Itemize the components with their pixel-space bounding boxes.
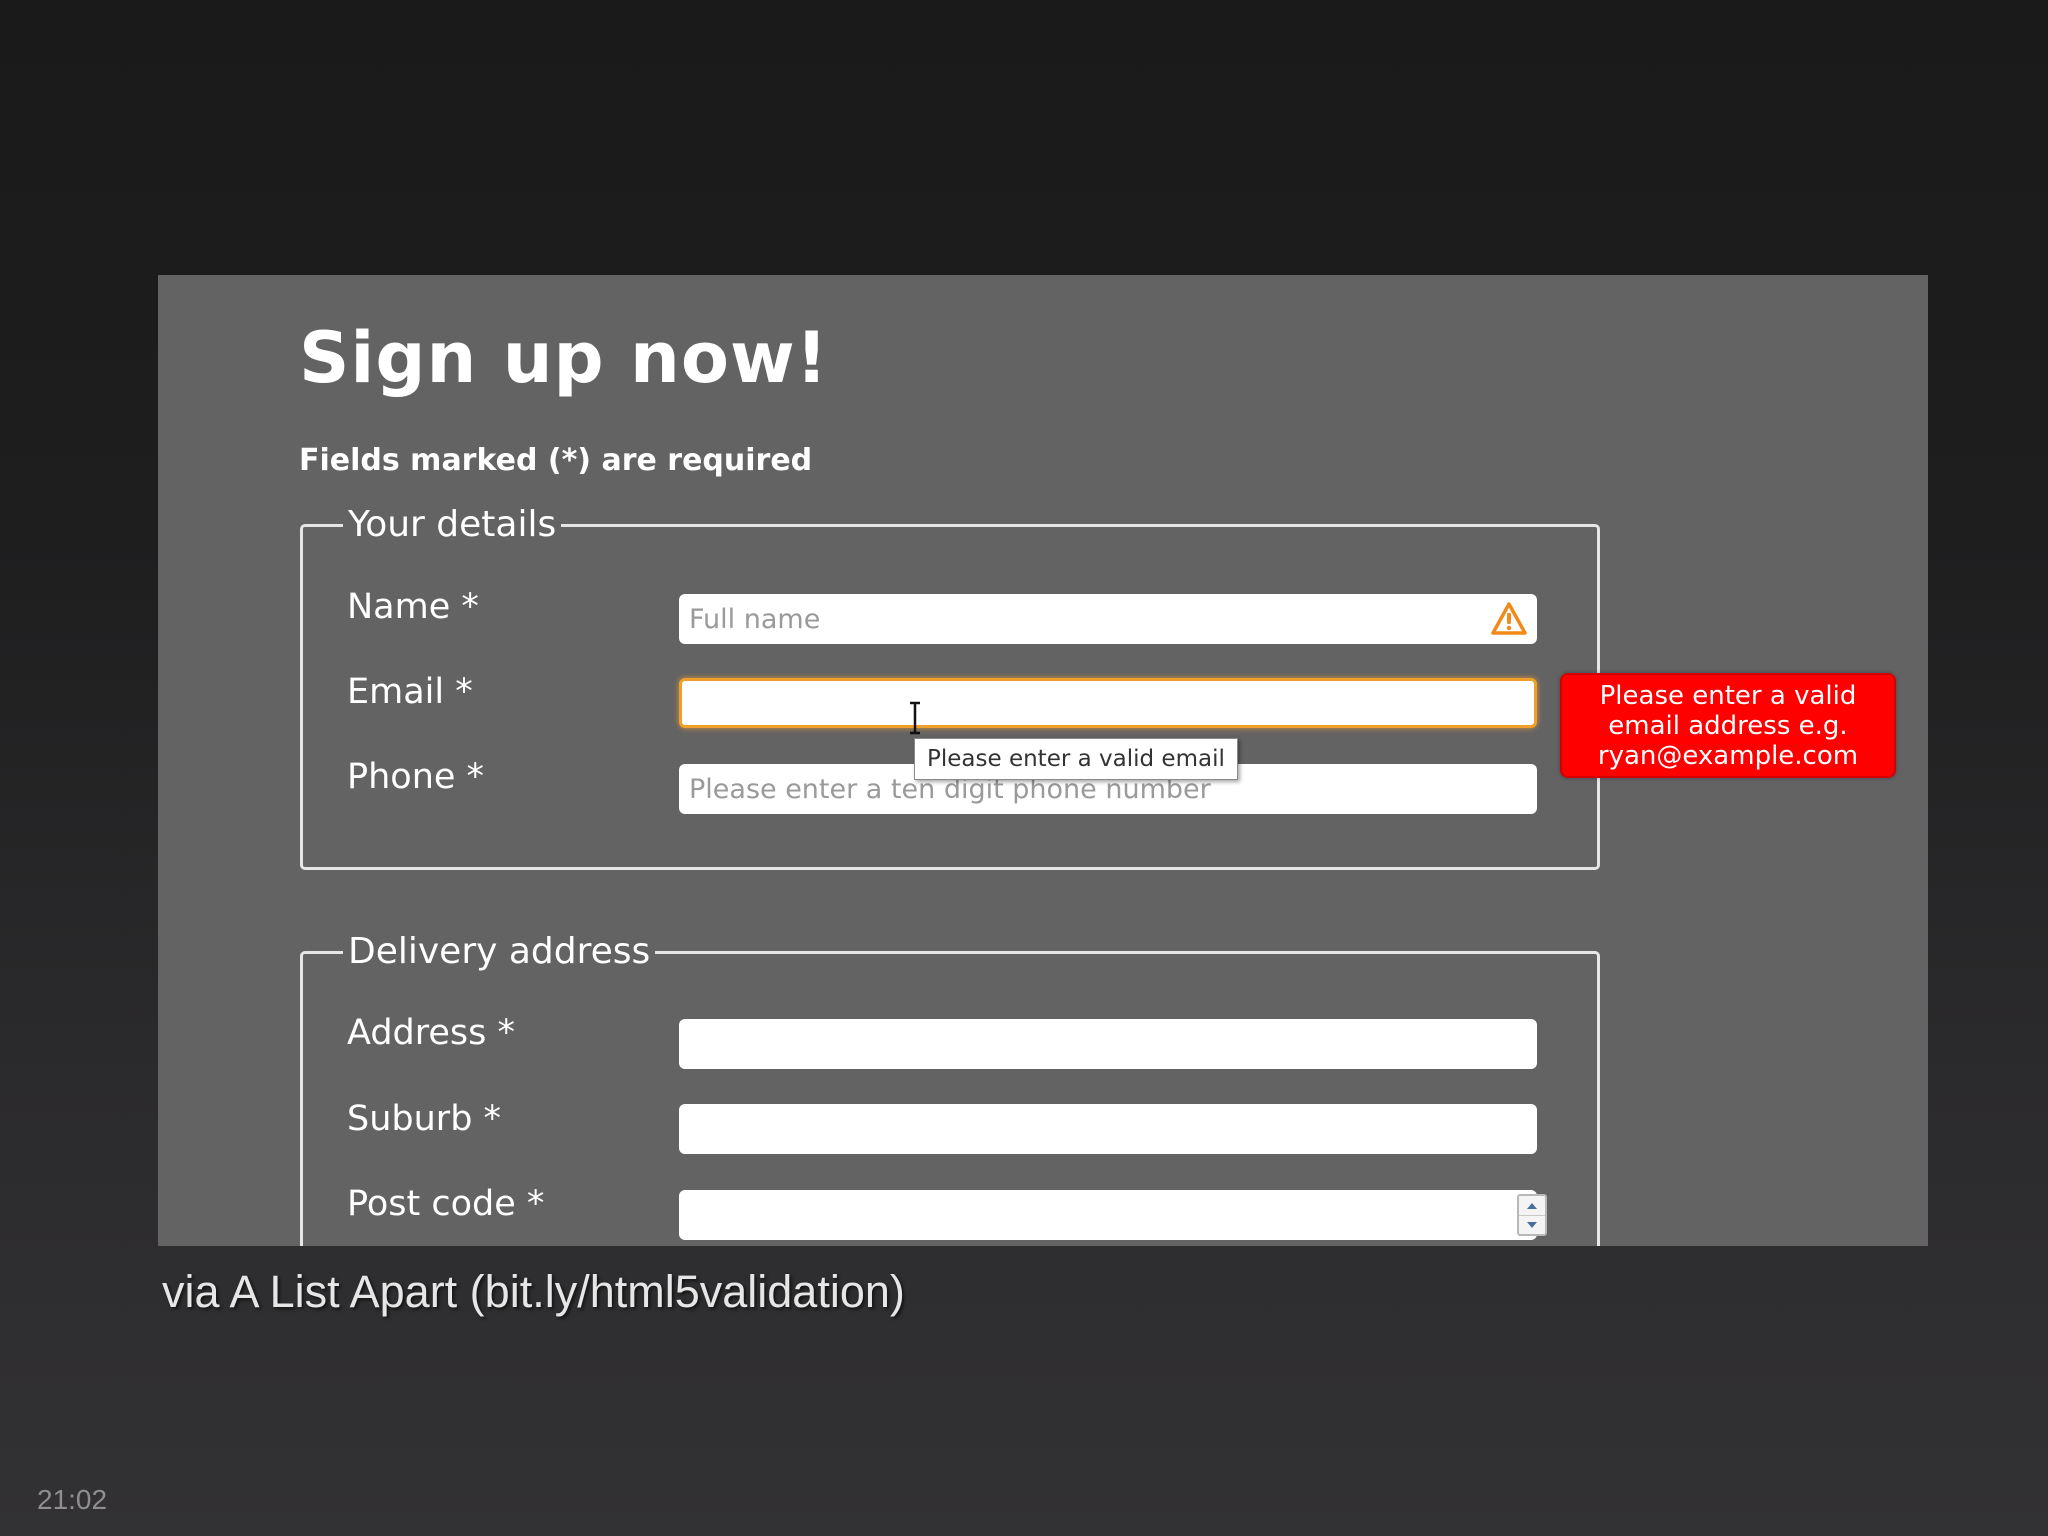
name-input[interactable] bbox=[679, 594, 1537, 644]
delivery-address-fieldset: Delivery address Address * Suburb * Post… bbox=[300, 932, 1600, 1246]
email-input[interactable] bbox=[682, 681, 1534, 725]
your-details-fieldset: Your details Name * Email * Phone * bbox=[300, 505, 1600, 870]
text-cursor-icon bbox=[910, 701, 920, 735]
error-line: ryan@example.com bbox=[1597, 740, 1859, 771]
postcode-spinner[interactable] bbox=[1517, 1194, 1547, 1236]
phone-label: Phone * bbox=[347, 757, 485, 797]
email-error-bubble: Please enter a valid email address e.g. … bbox=[1560, 673, 1896, 778]
postcode-field bbox=[679, 1190, 1547, 1240]
spinner-down-icon[interactable] bbox=[1519, 1215, 1545, 1234]
email-tooltip: Please enter a valid email bbox=[914, 738, 1238, 780]
suburb-label: Suburb * bbox=[347, 1099, 502, 1139]
error-line: email address e.g. bbox=[1608, 710, 1848, 741]
address-field bbox=[679, 1019, 1537, 1069]
video-timestamp: 21:02 bbox=[37, 1484, 108, 1515]
email-label: Email * bbox=[347, 672, 473, 712]
your-details-legend: Your details bbox=[348, 504, 557, 545]
email-field bbox=[679, 678, 1537, 728]
delivery-address-legend: Delivery address bbox=[348, 931, 651, 972]
suburb-field bbox=[679, 1104, 1537, 1154]
page-title: Sign up now! bbox=[299, 317, 829, 399]
warning-triangle-icon bbox=[1491, 602, 1527, 635]
address-label: Address * bbox=[347, 1013, 516, 1053]
suburb-input[interactable] bbox=[679, 1104, 1537, 1154]
name-label: Name * bbox=[347, 587, 479, 627]
postcode-input[interactable] bbox=[679, 1190, 1537, 1240]
error-line: Please enter a valid bbox=[1599, 680, 1857, 711]
address-input[interactable] bbox=[679, 1019, 1537, 1069]
name-field bbox=[679, 594, 1537, 644]
spinner-up-icon[interactable] bbox=[1519, 1196, 1545, 1216]
required-fields-note: Fields marked (*) are required bbox=[299, 443, 813, 478]
slide-caption: via A List Apart (bit.ly/html5validation… bbox=[162, 1266, 905, 1317]
postcode-label: Post code * bbox=[347, 1184, 545, 1224]
